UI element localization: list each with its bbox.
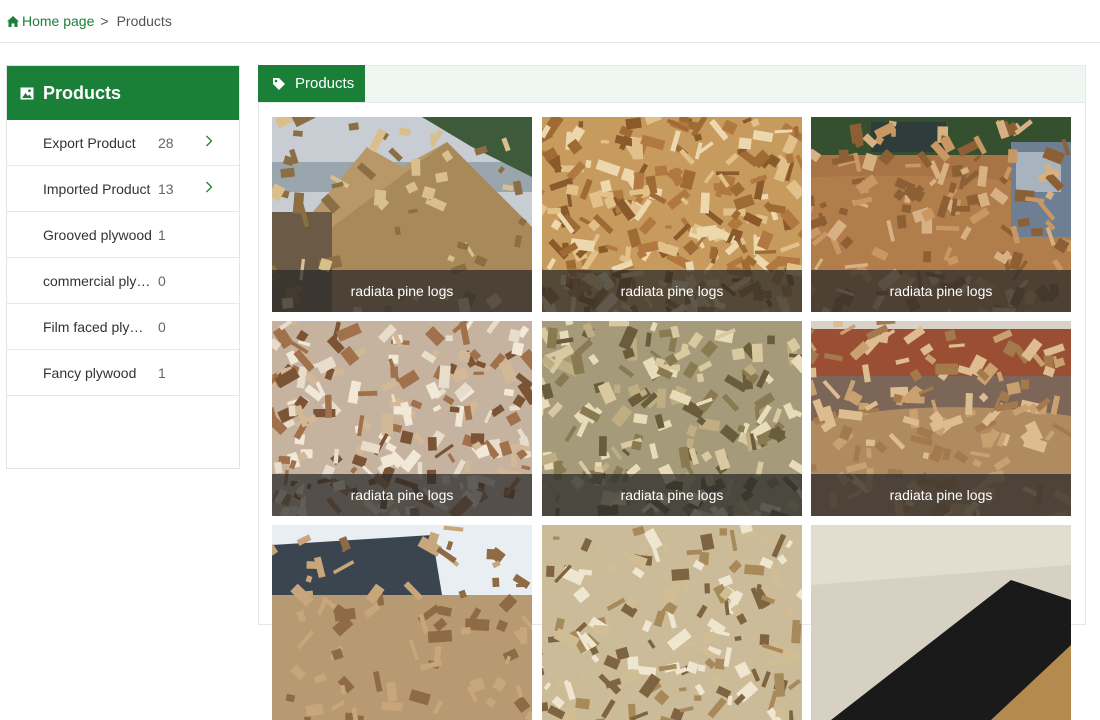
product-caption[interactable]: radiata pine logs (542, 270, 802, 312)
breadcrumb-home-link[interactable]: Home page (7, 13, 94, 29)
sidebar-item-count: 0 (158, 273, 166, 289)
sidebar-header: Products (7, 66, 239, 120)
sidebar-item[interactable]: Fancy plywood 1 (7, 350, 239, 396)
product-card[interactable]: radiata pine logs (272, 321, 532, 516)
sidebar-list: Export Product 28 Imported Product 13 Groove… (7, 120, 239, 396)
image-icon (20, 87, 34, 100)
sidebar-item-count: 0 (158, 319, 166, 335)
sidebar-item-label[interactable]: commercial plywood (43, 273, 153, 289)
sidebar-item-count: 1 (158, 227, 166, 243)
product-card[interactable]: radiata pine logs (272, 117, 532, 312)
breadcrumb: Home page > Products (0, 0, 1100, 43)
sidebar-item-label[interactable]: Fancy plywood (43, 365, 153, 381)
sidebar-item[interactable]: Imported Product 13 (7, 166, 239, 212)
product-card[interactable] (811, 525, 1071, 720)
sidebar-item-count: 1 (158, 365, 166, 381)
sidebar-item-label[interactable]: Imported Product (43, 181, 153, 197)
product-caption[interactable]: radiata pine logs (272, 270, 532, 312)
product-card[interactable]: radiata pine logs (811, 117, 1071, 312)
product-image[interactable] (811, 525, 1071, 720)
sidebar-item-count: 28 (158, 135, 174, 151)
product-caption[interactable]: radiata pine logs (811, 474, 1071, 516)
sidebar-item[interactable]: Export Product 28 (7, 120, 239, 166)
sidebar-item[interactable]: Grooved plywood 1 (7, 212, 239, 258)
panel-header: Products (259, 66, 1085, 103)
sidebar-item-label[interactable]: Grooved plywood (43, 227, 153, 243)
sidebar-item-count: 13 (158, 181, 174, 197)
tab-products-label[interactable]: Products (295, 75, 354, 92)
product-card[interactable]: radiata pine logs (542, 321, 802, 516)
product-caption[interactable]: radiata pine logs (272, 474, 532, 516)
product-caption[interactable]: radiata pine logs (811, 270, 1071, 312)
sidebar-item[interactable]: commercial plywood 0 (7, 258, 239, 304)
home-icon (7, 16, 19, 27)
product-panel: Products radiata pine logsradiata pine l… (258, 65, 1086, 625)
sidebar-title: Products (43, 83, 121, 104)
product-image[interactable] (272, 525, 532, 720)
product-caption[interactable]: radiata pine logs (542, 474, 802, 516)
product-card[interactable] (272, 525, 532, 720)
sidebar-item-label[interactable]: Film faced plywood (43, 319, 153, 335)
breadcrumb-separator: > (100, 13, 108, 29)
product-image[interactable] (542, 525, 802, 720)
product-card[interactable]: radiata pine logs (811, 321, 1071, 516)
breadcrumb-current: Products (117, 13, 172, 29)
sidebar-item-label[interactable]: Export Product (43, 135, 153, 151)
product-card[interactable] (542, 525, 802, 720)
breadcrumb-home-label[interactable]: Home page (22, 13, 94, 29)
tab-products[interactable]: Products (258, 65, 365, 102)
chevron-right-icon[interactable] (205, 135, 213, 147)
sidebar: Products Export Product 28 Imported Produc… (6, 65, 240, 469)
tag-icon (272, 77, 286, 91)
sidebar-item[interactable]: Film faced plywood 0 (7, 304, 239, 350)
chevron-right-icon[interactable] (205, 181, 213, 193)
product-card[interactable]: radiata pine logs (542, 117, 802, 312)
